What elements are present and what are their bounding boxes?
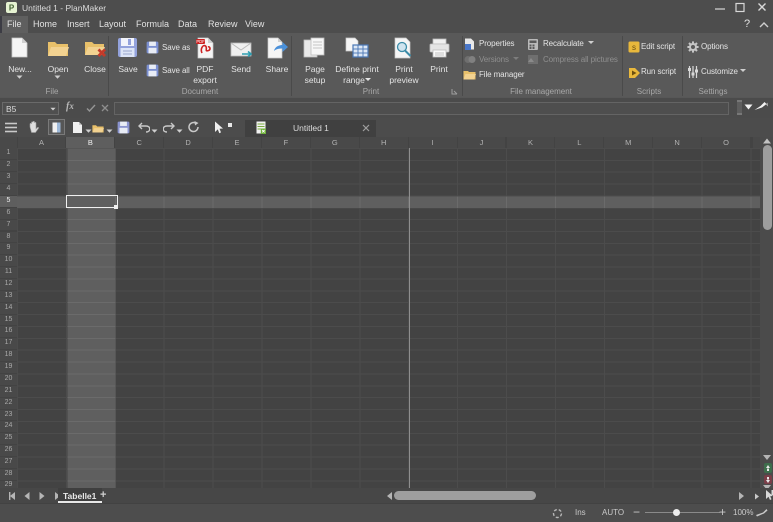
svg-text:PDF: PDF: [196, 39, 205, 44]
svg-text:P: P: [9, 4, 15, 13]
svg-text:s: s: [632, 43, 636, 52]
